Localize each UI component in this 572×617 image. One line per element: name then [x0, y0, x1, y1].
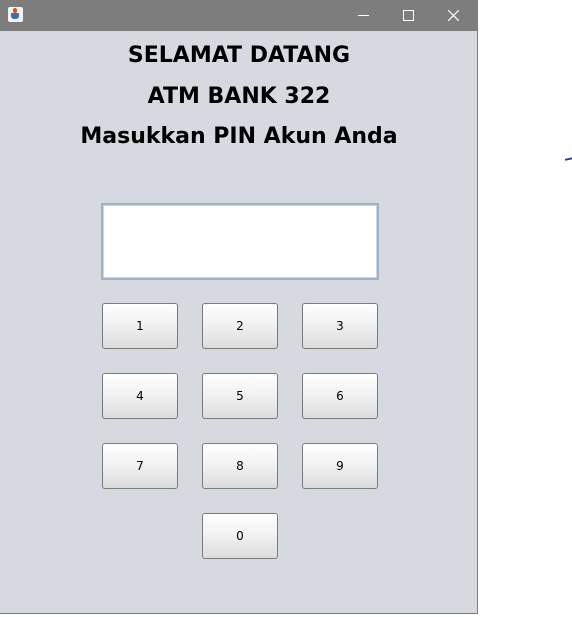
keypad-button-5[interactable]: 5 — [202, 373, 278, 419]
keypad-button-2[interactable]: 2 — [202, 303, 278, 349]
keypad-button-6[interactable]: 6 — [302, 373, 378, 419]
keypad-button-1[interactable]: 1 — [102, 303, 178, 349]
maximize-button[interactable] — [386, 0, 431, 31]
atm-window: SELAMAT DATANG ATM BANK 322 Masukkan PIN… — [0, 0, 478, 614]
keypad-button-4[interactable]: 4 — [102, 373, 178, 419]
keypad-button-7[interactable]: 7 — [102, 443, 178, 489]
keypad-button-9[interactable]: 9 — [302, 443, 378, 489]
keypad-button-3[interactable]: 3 — [302, 303, 378, 349]
minimize-button[interactable] — [341, 0, 386, 31]
minimize-icon — [358, 15, 369, 16]
pin-input[interactable] — [101, 203, 379, 280]
welcome-heading: SELAMAT DATANG — [127, 43, 351, 68]
title-bar[interactable] — [0, 0, 478, 31]
close-icon — [448, 10, 459, 21]
background-mark — [564, 157, 572, 161]
keypad-button-8[interactable]: 8 — [202, 443, 278, 489]
java-cup-shape — [11, 13, 19, 19]
close-button[interactable] — [431, 0, 476, 31]
java-app-icon — [8, 7, 23, 22]
keypad-button-0[interactable]: 0 — [202, 513, 278, 559]
maximize-icon — [403, 10, 414, 21]
pin-prompt-heading: Masukkan PIN Akun Anda — [80, 124, 398, 149]
bank-name-heading: ATM BANK 322 — [147, 84, 331, 109]
